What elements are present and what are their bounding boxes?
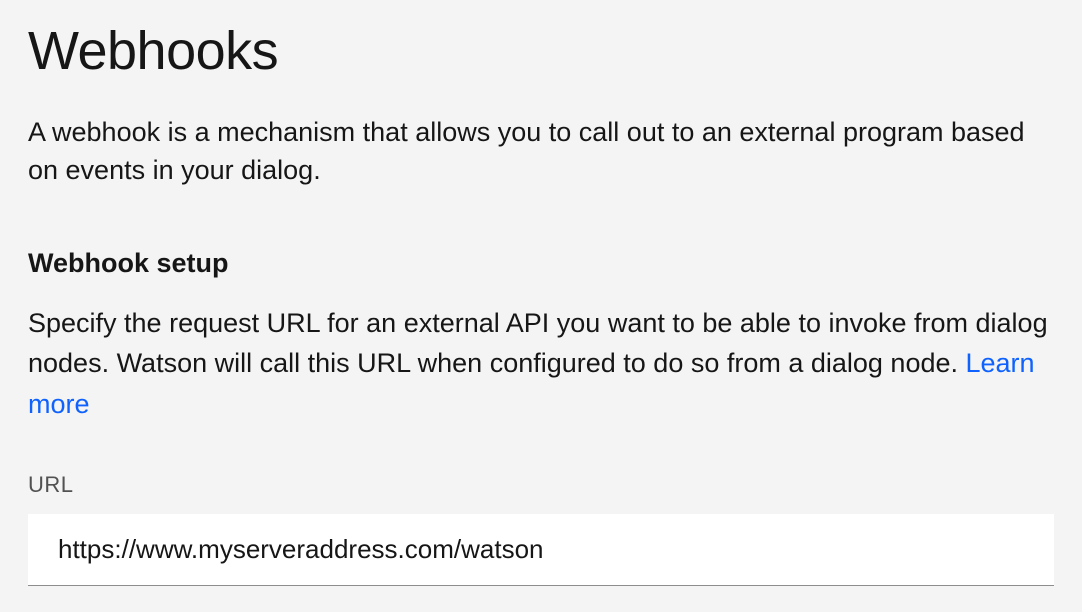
page-description: A webhook is a mechanism that allows you…: [28, 114, 1054, 190]
url-input[interactable]: [28, 514, 1054, 586]
page-title: Webhooks: [28, 20, 1054, 82]
setup-description-text: Specify the request URL for an external …: [28, 308, 1048, 379]
url-field-label: URL: [28, 472, 1054, 498]
webhook-setup-description: Specify the request URL for an external …: [28, 303, 1054, 425]
webhook-setup-heading: Webhook setup: [28, 248, 1054, 279]
